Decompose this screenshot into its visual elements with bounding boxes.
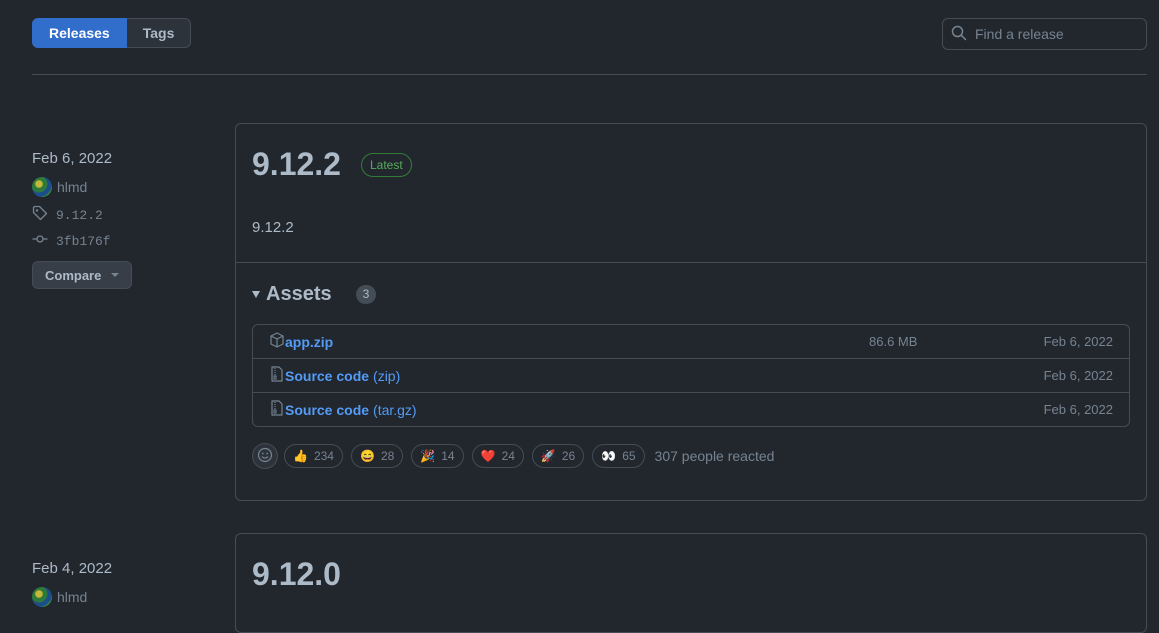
triangle-down-icon	[252, 291, 260, 298]
reaction-count: 26	[561, 449, 576, 463]
tag-name[interactable]: 9.12.2	[56, 208, 103, 223]
search-input[interactable]	[973, 25, 1137, 43]
asset-name: app.zip	[285, 333, 334, 350]
add-reaction-button[interactable]	[252, 443, 278, 469]
reaction-rocket[interactable]: 🚀 26	[531, 444, 585, 468]
asset-suffix: (tar.gz)	[373, 401, 417, 418]
release-date: Feb 4, 2022	[32, 560, 113, 577]
reaction-thumbs-up[interactable]: 👍 234	[284, 444, 343, 468]
author-name[interactable]: hlmd	[57, 589, 87, 605]
asset-size: 86.6 MB	[869, 334, 918, 349]
asset-link[interactable]: Source code (zip)	[269, 366, 400, 385]
asset-link[interactable]: Source code (tar.gz)	[269, 400, 417, 419]
chevron-down-icon	[111, 273, 120, 277]
release-sidebar: Feb 6, 2022 hlmd 9.12.2 3fb176f Compare	[32, 150, 222, 289]
package-icon	[269, 332, 285, 351]
reaction-count: 65	[622, 449, 636, 463]
release-search[interactable]	[942, 18, 1147, 50]
avatar	[32, 587, 52, 607]
reaction-count: 234	[313, 449, 334, 463]
release-tabs: Releases Tags	[32, 18, 192, 48]
reaction-count: 24	[501, 449, 515, 463]
heart-icon: ❤️	[480, 449, 496, 463]
release-card: 9.12.2 Latest 9.12.2 Assets 3 app.zip 86…	[235, 123, 1147, 501]
party-popper-icon: 🎉	[420, 449, 436, 463]
rocket-icon: 🚀	[540, 449, 556, 463]
tab-releases[interactable]: Releases	[32, 18, 127, 48]
author-name[interactable]: hlmd	[57, 179, 87, 195]
assets-list: app.zip 86.6 MB Feb 6, 2022 Source code …	[252, 324, 1130, 427]
file-zip-icon	[269, 366, 285, 385]
asset-date: Feb 6, 2022	[1043, 402, 1113, 417]
asset-name: Source code	[285, 401, 370, 418]
compare-button[interactable]: Compare	[32, 261, 133, 289]
asset-name: Source code	[285, 367, 370, 384]
release-date: Feb 6, 2022	[32, 150, 113, 167]
file-zip-icon	[269, 400, 285, 419]
reactions-bar: 👍 234 😄 28 🎉 14 ❤️ 24 🚀 26 👀 65 307 peop…	[252, 443, 1130, 469]
release-notes: 9.12.2	[252, 219, 294, 236]
asset-suffix: (zip)	[373, 367, 401, 384]
reaction-count: 28	[380, 449, 395, 463]
latest-badge: Latest	[360, 152, 412, 177]
reactions-summary: 307 people reacted	[654, 448, 775, 464]
commit-sha[interactable]: 3fb176f	[56, 234, 111, 249]
asset-row: Source code (zip) Feb 6, 2022	[253, 358, 1129, 392]
reaction-heart[interactable]: ❤️ 24	[471, 444, 524, 468]
thumbs-up-icon: 👍	[293, 449, 308, 463]
assets-toggle[interactable]: Assets 3	[252, 283, 1130, 306]
reaction-eyes[interactable]: 👀 65	[592, 444, 645, 468]
compare-label: Compare	[45, 267, 102, 283]
release-sidebar: Feb 4, 2022 hlmd	[32, 560, 222, 607]
release-commit[interactable]: 3fb176f	[32, 231, 222, 251]
assets-count: 3	[355, 285, 377, 304]
reaction-count: 14	[441, 449, 455, 463]
smiley-icon	[257, 447, 273, 466]
laugh-icon: 😄	[359, 449, 375, 463]
asset-date: Feb 6, 2022	[1043, 334, 1113, 349]
asset-date: Feb 6, 2022	[1043, 368, 1113, 383]
tab-tags[interactable]: Tags	[126, 18, 192, 48]
asset-row: Source code (tar.gz) Feb 6, 2022	[253, 392, 1129, 426]
release-card: 9.12.0	[235, 533, 1147, 633]
eyes-icon: 👀	[601, 449, 617, 463]
assets-label: Assets	[266, 283, 332, 305]
tag-icon	[32, 205, 56, 225]
release-author[interactable]: hlmd	[32, 177, 222, 197]
avatar	[32, 177, 52, 197]
header-divider	[32, 74, 1147, 75]
release-tag[interactable]: 9.12.2	[32, 205, 222, 225]
asset-link[interactable]: app.zip	[269, 332, 333, 351]
release-title[interactable]: 9.12.0	[252, 556, 341, 593]
release-author[interactable]: hlmd	[32, 587, 222, 607]
release-title[interactable]: 9.12.2	[252, 146, 341, 183]
reaction-hooray[interactable]: 🎉 14	[411, 444, 464, 468]
asset-row: app.zip 86.6 MB Feb 6, 2022	[253, 325, 1129, 358]
reaction-laugh[interactable]: 😄 28	[350, 444, 404, 468]
search-icon	[951, 25, 967, 44]
commit-icon	[32, 231, 56, 251]
